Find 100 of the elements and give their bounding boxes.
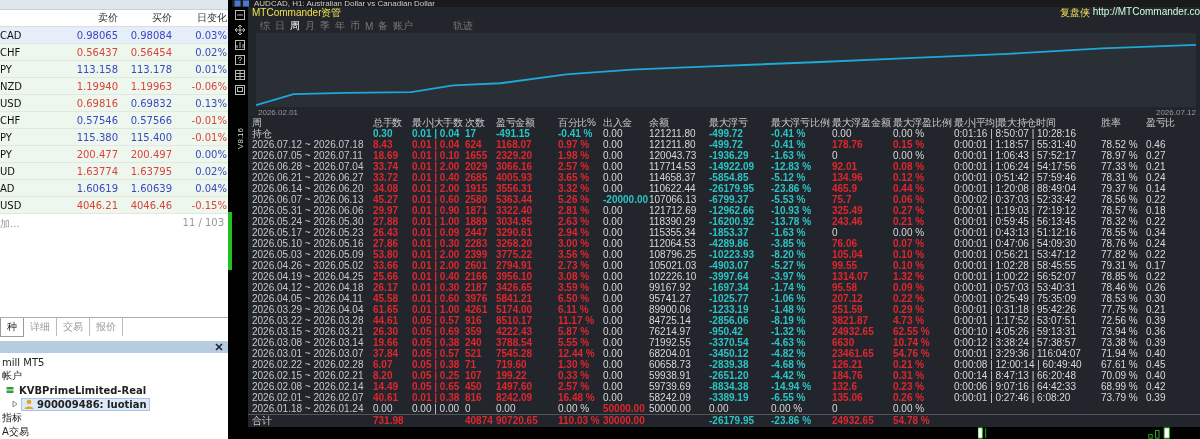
navigator-item[interactable]: A交易 (0, 425, 31, 439)
row-label: 2026.06.14 ~ 2026.06.20 (252, 183, 365, 194)
table-cell-text: 78.57 % (1101, 205, 1139, 216)
quote-row[interactable]: PY 200.477 200.497 0.00% (0, 146, 229, 163)
row-label: 2026.04.05 ~ 2026.04.11 (252, 293, 364, 304)
price-text: 115.380 (75, 131, 119, 143)
symbol-text: USD (0, 199, 23, 211)
table-cell-text: 67.61 % (1101, 359, 1139, 370)
table-cell-text: 243.46 (832, 216, 864, 227)
table-cell-text: -23.86 % (771, 183, 813, 194)
period-tab[interactable]: 月 (305, 19, 315, 33)
table-cell-text: 3956.10 (496, 271, 534, 282)
period-tab[interactable]: 综 (260, 19, 270, 33)
quote-row[interactable]: CAD 0.98065 0.98084 0.03% (0, 27, 229, 44)
table-cell-text: 121211.80 (649, 128, 697, 139)
table-cell-text: 2.57 % (558, 381, 591, 392)
table-cell-text: 0.01 | 2.00 (412, 260, 461, 271)
table-cell-text: 3426.65 (496, 282, 534, 293)
period-tab[interactable]: 日 (275, 19, 285, 33)
navigator-item[interactable]: KVBPrimeLimited-Real (17, 384, 149, 396)
table-cell-text: 359 (465, 326, 483, 337)
price-text: -0.06% (190, 80, 228, 92)
period-tab[interactable]: 轨迹 (453, 19, 474, 33)
column-header[interactable]: 日变化 (175, 11, 229, 25)
row-label: 2026.01.18 ~ 2026.01.24 (252, 403, 365, 414)
column-header: 次数 (465, 117, 486, 128)
table-cell-text: 75.7 (832, 194, 853, 205)
table-cell-text: -2856.06 (709, 315, 750, 326)
table-cell-text: -950.42 (709, 326, 744, 337)
navigator-item[interactable]: 帐户 (0, 369, 24, 383)
period-tab[interactable]: 币 (350, 19, 360, 33)
period-tab[interactable]: 账户 (393, 19, 414, 33)
table-cell-text: 121712.69 (649, 205, 698, 216)
symbol-text: CHF (0, 114, 22, 126)
quote-row[interactable]: USD 4046.21 4046.46 -0.15% (0, 197, 229, 214)
table-cell-text: -4.63 % (771, 337, 807, 348)
period-tab[interactable]: 年 (335, 19, 345, 33)
table-cell-text: 465.9 (832, 183, 859, 194)
table-cell-text: -6799.37 (709, 194, 750, 205)
quote-row[interactable]: NZD 1.19940 1.19963 -0.06% (0, 78, 229, 95)
price-text: 200.477 (75, 148, 119, 160)
table-cell-text: 4222.43 (496, 326, 534, 337)
account-item[interactable]: 900009486: luotian (21, 397, 150, 411)
table-cell-text: 78.97 % (1101, 150, 1139, 161)
table-cell-text: 92.01 (832, 161, 859, 172)
period-tab[interactable]: 备 (378, 19, 389, 33)
table-cell-text: -1853.37 (709, 227, 750, 238)
table-cell-text: 132.6 (832, 381, 859, 392)
table-cell-text: 0.22 (1146, 216, 1167, 227)
table-cell-text: 95741.27 (649, 293, 692, 304)
table-cell-text: 0.30 (373, 128, 394, 139)
quote-row[interactable]: USD 0.69816 0.69832 0.13% (0, 95, 229, 112)
tab[interactable]: 种 (0, 317, 24, 337)
table-cell-text: 3322.40 (496, 205, 534, 216)
table-cell-text: 60658.73 (649, 359, 692, 370)
price-text: 0.13% (194, 97, 228, 109)
table-cell-text: 6630 (832, 337, 856, 348)
table-cell-text: -1.63 % (771, 150, 807, 161)
table-cell-text: 0:00:08 | 12:00:14 | 60:49:40 (954, 359, 1083, 370)
row-label: 2026.05.03 ~ 2026.05.09 (252, 249, 365, 260)
price-text: -0.01% (190, 114, 228, 126)
quote-row[interactable]: PY 113.158 113.178 0.01% (0, 61, 229, 78)
table-cell-text: 0.00 (603, 326, 624, 337)
site-link[interactable]: http://MTCommander.co (1092, 6, 1200, 20)
period-tab[interactable]: 周 (290, 19, 300, 33)
table-cell-text: -14.94 % (771, 381, 813, 392)
price-text: 0.69816 (75, 97, 119, 109)
navigator-item[interactable]: mill MT5 (0, 356, 47, 368)
table-cell-text: 0.01 | 0.40 (412, 271, 461, 282)
table-cell-text: 0.00 % (558, 403, 591, 414)
column-header[interactable]: 卖价 (67, 11, 121, 25)
row-label: 2026.06.21 ~ 2026.06.27 (252, 172, 365, 183)
table-cell-text: 0.00 (603, 128, 624, 139)
symbol-text: PY (0, 63, 13, 75)
quote-row[interactable]: UD 1.63774 1.63795 0.02% (0, 163, 229, 180)
table-cell-text: 76.06 (832, 238, 859, 249)
table-cell-text: 78.76 % (1101, 238, 1139, 249)
row-label: 2026.05.10 ~ 2026.05.16 (252, 238, 365, 249)
symbol-text: AD (0, 182, 16, 194)
table-cell-text: 2.94 % (558, 227, 591, 238)
table-cell-text: 1889 (465, 216, 489, 227)
quote-row[interactable]: AD 1.60619 1.60639 0.04% (0, 180, 229, 197)
quote-row[interactable]: CHF 0.57546 0.57566 -0.01% (0, 112, 229, 129)
table-cell-text: 37.84 (373, 348, 400, 359)
table-cell-text: 30000.00 (603, 415, 646, 427)
table-cell-text: 6.07 (373, 359, 394, 370)
table-cell-text: 0.21 (1146, 304, 1167, 315)
table-cell-text: 0:00:01 | 0:47:06 | 54:09:30 (954, 238, 1077, 249)
column-header: 胜率 (1101, 117, 1122, 128)
navigator-item[interactable]: 指标 (0, 411, 24, 425)
period-tab[interactable]: 季 (320, 19, 330, 33)
column-header[interactable]: 买价 (121, 11, 175, 25)
table-cell-text: 0:00:01 | 0:51:42 | 57:59:46 (954, 172, 1077, 183)
table-cell-text: 102226.10 (649, 271, 698, 282)
table-cell-text: -491.15 (496, 128, 531, 139)
table-cell-text: 6.50 % (558, 293, 591, 304)
table-cell-text: 3066.16 (496, 161, 534, 172)
table-cell-text: 0.01 | 0.90 (412, 205, 461, 216)
quote-row[interactable]: PY 115.380 115.400 -0.01% (0, 129, 229, 146)
quote-row[interactable]: CHF 0.56437 0.56454 0.02% (0, 44, 229, 61)
